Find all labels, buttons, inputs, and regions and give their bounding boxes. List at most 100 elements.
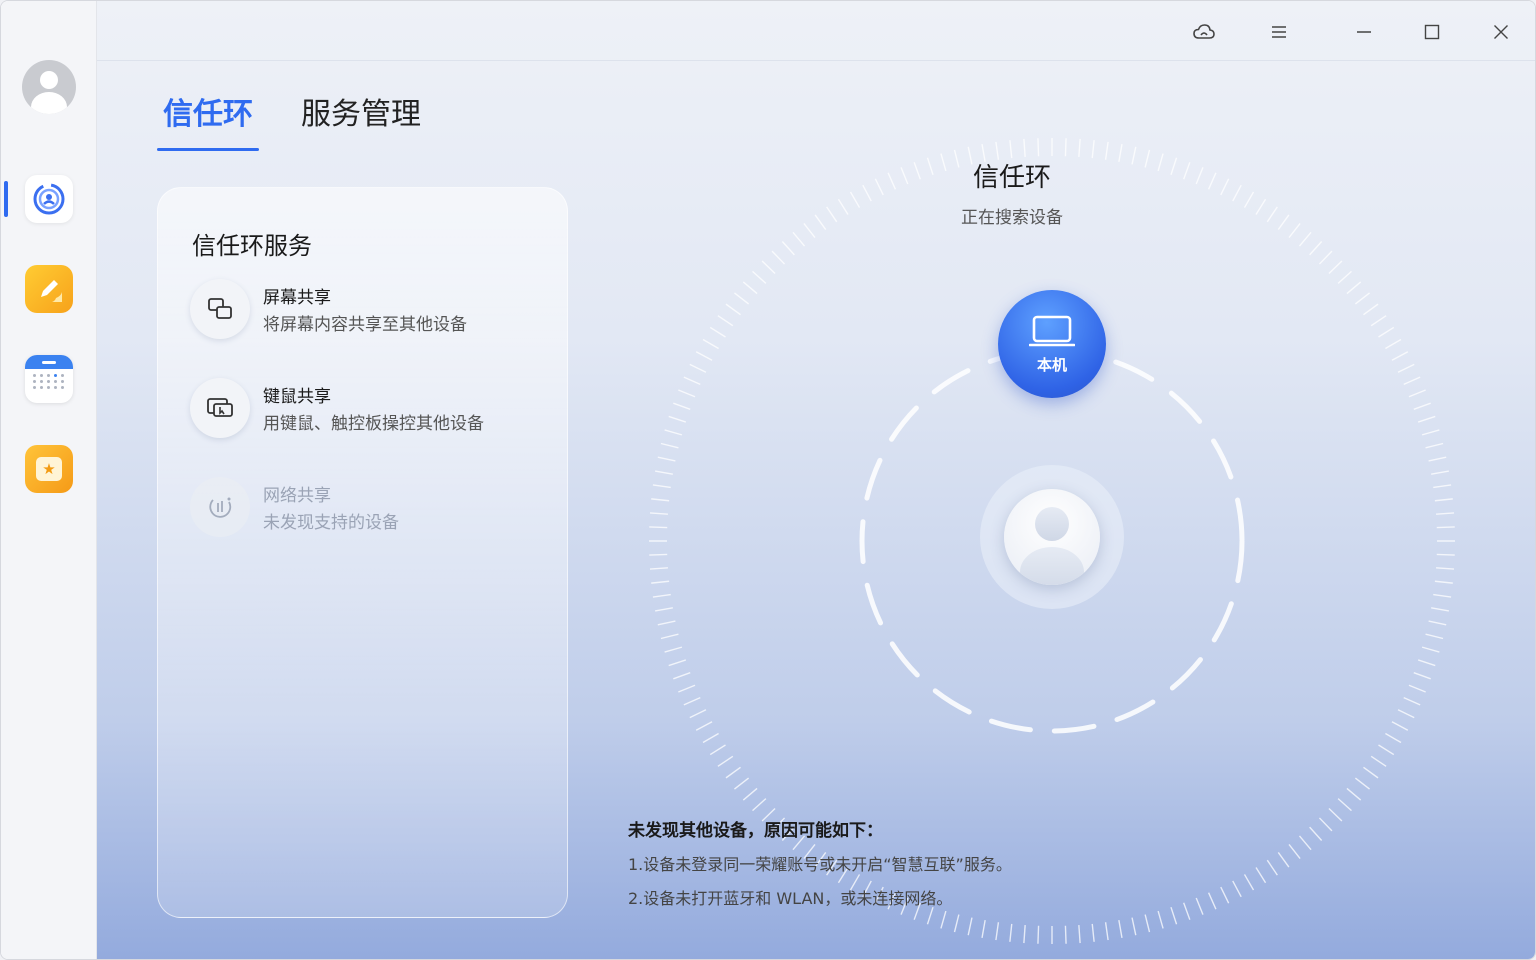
card-title: 信任环服务 <box>192 232 312 260</box>
tick-mark <box>652 484 671 489</box>
avatar-head <box>40 71 58 89</box>
tick-mark <box>1309 241 1323 256</box>
tick-mark <box>709 744 726 756</box>
tick-mark <box>874 178 884 196</box>
tick-mark <box>1337 798 1352 812</box>
tick-mark <box>1428 620 1447 626</box>
tick-mark <box>967 917 973 936</box>
tick-mark <box>1385 338 1402 350</box>
tick-mark <box>1397 709 1415 719</box>
tick-mark <box>717 315 734 327</box>
maximize-button[interactable] <box>1417 17 1447 47</box>
tick-mark <box>1064 138 1067 157</box>
tick-mark <box>1413 672 1431 680</box>
tick-mark <box>1433 484 1452 489</box>
tick-mark <box>1183 902 1191 920</box>
maximize-icon <box>1424 24 1440 40</box>
close-button[interactable] <box>1486 17 1516 47</box>
tick-mark <box>742 787 758 801</box>
tick-mark <box>1397 363 1415 373</box>
tab-trust-ring[interactable]: 信任环 <box>163 89 253 133</box>
tick-mark <box>1391 351 1409 361</box>
tick-mark <box>1195 167 1204 185</box>
tick-mark <box>826 206 838 223</box>
tick-mark <box>1354 292 1370 305</box>
menu-button[interactable] <box>1264 17 1294 47</box>
sidebar-item-calendar[interactable] <box>25 355 73 403</box>
tick-mark <box>1255 867 1267 884</box>
ring-title: 信任环 <box>972 163 1051 193</box>
service-screen-share[interactable]: 屏幕共享 将屏幕内容共享至其他设备 <box>190 279 560 343</box>
trust-ring-services-card: 信任环服务 屏幕共享 将屏幕内容共享至其他设备 键鼠共享 用键鼠、触控板操控其他… <box>157 187 568 918</box>
user-avatar[interactable] <box>22 60 76 114</box>
tick-mark <box>1157 153 1164 172</box>
close-icon <box>1494 25 1508 39</box>
tick-mark <box>652 593 671 598</box>
tick-mark <box>678 684 696 693</box>
laptop-icon <box>1029 315 1075 346</box>
tick-mark <box>1078 138 1081 157</box>
tick-mark <box>695 721 713 731</box>
tick-mark <box>683 376 701 386</box>
tick-mark <box>1064 925 1067 944</box>
tick-mark <box>734 292 750 305</box>
tick-mark <box>1131 146 1137 165</box>
tick-mark <box>1354 777 1370 790</box>
tick-mark <box>1207 892 1217 910</box>
main-area: 信任环 服务管理 信任环服务 屏幕共享 将屏幕内容共享至其他设备 键鼠共享 用键… <box>97 1 1535 959</box>
tick-mark <box>803 223 816 239</box>
tick-mark <box>1318 250 1333 265</box>
tick-mark <box>1421 646 1440 653</box>
notice-line-2: 2.设备未打开蓝牙和 WLAN，或未连接网络。 <box>628 889 953 908</box>
tick-mark <box>1425 442 1444 449</box>
app-window: ★ 信任环 服务管理 信任环服务 屏幕共享 将屏幕内容共享至其他设备 键鼠共享 … <box>0 0 1536 960</box>
tick-mark <box>1277 852 1290 868</box>
network-share-icon <box>190 477 250 537</box>
minimize-button[interactable] <box>1349 17 1379 47</box>
cloud-sync-button[interactable] <box>1189 17 1219 47</box>
tick-mark <box>1428 456 1447 462</box>
tick-mark <box>1243 191 1255 208</box>
tick-mark <box>1232 880 1242 898</box>
tick-mark <box>752 798 767 812</box>
service-desc: 将屏幕内容共享至其他设备 <box>263 315 467 335</box>
tick-mark <box>678 389 696 398</box>
tick-mark <box>1403 376 1421 386</box>
notice-line-1: 1.设备未登录同一荣耀账号或未开启“智慧互联”服务。 <box>628 855 1012 874</box>
menu-icon <box>1272 26 1286 38</box>
tick-mark <box>660 633 679 640</box>
service-keyboard-mouse-share[interactable]: 键鼠共享 用键鼠、触控板操控其他设备 <box>190 378 560 442</box>
tick-mark <box>940 153 947 172</box>
tick-mark <box>1009 140 1013 159</box>
tick-mark <box>900 167 909 185</box>
sidebar-item-trust-ring[interactable] <box>25 175 73 223</box>
tick-mark <box>1023 925 1026 944</box>
sidebar-item-favorites[interactable]: ★ <box>25 445 73 493</box>
tick-mark <box>1298 231 1312 247</box>
tick-mark <box>689 363 707 373</box>
screen-share-icon <box>190 279 250 339</box>
tick-mark <box>649 512 668 515</box>
tick-mark <box>673 672 691 680</box>
local-device-button[interactable]: 本机 <box>998 290 1106 398</box>
tick-mark <box>1378 326 1395 338</box>
tab-service-management[interactable]: 服务管理 <box>301 89 421 133</box>
service-desc: 未发现支持的设备 <box>263 513 399 533</box>
tick-mark <box>1363 766 1379 779</box>
tick-mark <box>1288 223 1301 239</box>
notice-title: 未发现其他设备，原因可能如下： <box>628 821 883 841</box>
tick-mark <box>1391 721 1409 731</box>
tick-mark <box>1309 826 1323 841</box>
tick-mark <box>1318 817 1333 832</box>
minimize-icon <box>1357 31 1371 33</box>
tick-mark <box>668 415 687 423</box>
sidebar-item-notes[interactable] <box>25 265 73 313</box>
tick-mark <box>1434 580 1453 584</box>
tick-mark <box>814 214 827 230</box>
tick-mark <box>1091 923 1095 942</box>
tick-mark <box>1288 843 1301 859</box>
tick-mark <box>1131 917 1137 936</box>
tick-mark <box>1144 149 1151 168</box>
cloud-icon <box>1193 24 1215 39</box>
tick-mark <box>1436 553 1455 556</box>
